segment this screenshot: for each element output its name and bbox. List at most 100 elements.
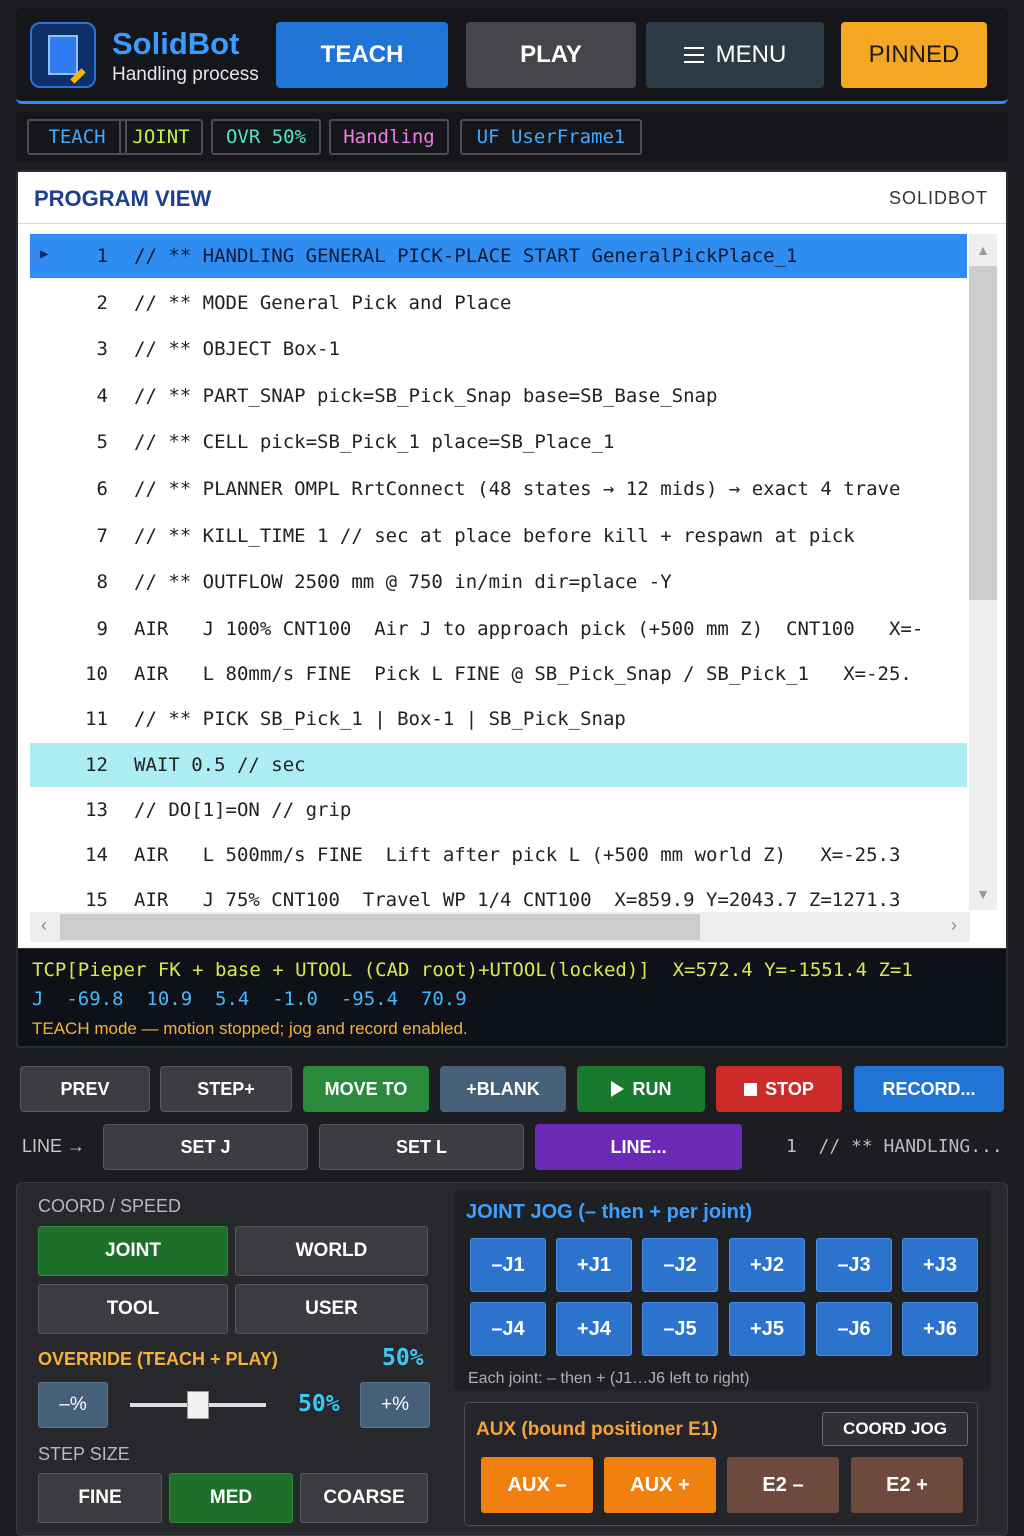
line-number: 9 [96, 618, 108, 640]
override-minus-button[interactable]: –% [38, 1382, 108, 1428]
override-slider-handle[interactable] [187, 1391, 209, 1419]
menu-label: MENU [715, 41, 787, 68]
stop-icon [744, 1082, 758, 1096]
coord-tool-button[interactable]: TOOL [38, 1284, 228, 1334]
step-fine-button[interactable]: FINE [38, 1473, 162, 1523]
program-line[interactable]: 2 // ** MODE General Pick and Place [30, 281, 967, 325]
jog-j2-plus-button[interactable]: +J2 [729, 1238, 805, 1292]
jog-j4-plus-button[interactable]: +J4 [556, 1302, 632, 1356]
override-label: OVERRIDE (TEACH + PLAY) [38, 1349, 278, 1369]
line-row-label: LINE → [22, 1136, 86, 1156]
scroll-right-icon[interactable]: › [942, 915, 966, 936]
line-number: 1 [96, 245, 108, 267]
jog-j4-minus-button[interactable]: –J4 [470, 1302, 546, 1356]
program-line[interactable]: 14 AIR L 500mm/s FINE Lift after pick L … [30, 833, 967, 877]
line-text: // ** PICK SB_Pick_1 | Box-1 | SB_Pick_S… [134, 708, 626, 730]
line-text: AIR J 75% CNT100 Travel WP 1/4 CNT100 X=… [134, 889, 901, 910]
aux-title: AUX (bound positioner E1) [476, 1419, 718, 1440]
jog-j1-plus-button[interactable]: +J1 [556, 1238, 632, 1292]
program-line[interactable]: 10 AIR L 80mm/s FINE Pick L FINE @ SB_Pi… [30, 652, 967, 696]
line-text: // ** PART_SNAP pick=SB_Pick_Snap base=S… [134, 385, 718, 407]
program-line[interactable]: 3 // ** OBJECT Box-1 [30, 327, 967, 371]
hamburger-icon [683, 47, 704, 63]
program-line-current[interactable]: 12 WAIT 0.5 // sec [30, 743, 967, 787]
line-text: AIR L 500mm/s FINE Lift after pick L (+5… [134, 844, 901, 866]
jog-j1-minus-button[interactable]: –J1 [470, 1238, 546, 1292]
record-button[interactable]: RECORD... [854, 1066, 1004, 1112]
aux-minus-button[interactable]: AUX – [481, 1457, 593, 1513]
status-bar: TEACH JOINT OVR 50% Handling UF UserFram… [16, 112, 1008, 162]
program-line[interactable]: 13 // DO[1]=ON // grip [30, 788, 967, 832]
e2-minus-button[interactable]: E2 – [727, 1457, 839, 1513]
step-coarse-button[interactable]: COARSE [300, 1473, 428, 1523]
scroll-up-icon[interactable]: ▲ [969, 238, 997, 262]
program-line[interactable]: ▶ 1 // ** HANDLING GENERAL PICK-PLACE ST… [30, 234, 967, 278]
program-line[interactable]: 11 // ** PICK SB_Pick_1 | Box-1 | SB_Pic… [30, 697, 967, 741]
teach-mode-button[interactable]: TEACH [276, 22, 448, 88]
program-line[interactable]: 15 AIR J 75% CNT100 Travel WP 1/4 CNT100… [30, 878, 967, 910]
jog-j6-minus-button[interactable]: –J6 [816, 1302, 892, 1356]
scroll-down-icon[interactable]: ▼ [969, 882, 997, 906]
line-number: 14 [85, 844, 108, 866]
coord-world-button[interactable]: WORLD [235, 1226, 428, 1276]
program-line[interactable]: 9 AIR J 100% CNT100 Air J to approach pi… [30, 607, 967, 651]
line-text: // ** OBJECT Box-1 [134, 338, 340, 360]
run-button[interactable]: RUN [577, 1066, 705, 1112]
override-plus-button[interactable]: +% [360, 1382, 430, 1428]
jog-j3-plus-button[interactable]: +J3 [902, 1238, 978, 1292]
program-line[interactable]: 4 // ** PART_SNAP pick=SB_Pick_Snap base… [30, 374, 967, 418]
vertical-scroll-thumb[interactable] [969, 266, 997, 600]
tcp-readout: TCP[Pieper FK + base + UTOOL (CAD root)+… [18, 948, 1006, 1046]
line-number: 11 [85, 708, 108, 730]
line-number: 12 [85, 754, 108, 776]
line-text: AIR L 80mm/s FINE Pick L FINE @ SB_Pick_… [134, 663, 912, 685]
pinned-button[interactable]: PINNED [841, 22, 987, 88]
process-chip: Handling [329, 119, 449, 155]
move-to-button[interactable]: MOVE TO [303, 1066, 429, 1112]
program-lines[interactable]: ▶ 1 // ** HANDLING GENERAL PICK-PLACE ST… [30, 234, 967, 910]
line-text: // ** OUTFLOW 2500 mm @ 750 in/min dir=p… [134, 571, 672, 593]
app-title: SolidBot [112, 26, 240, 61]
horizontal-scrollbar[interactable]: ‹ › [30, 912, 970, 942]
menu-button[interactable]: MENU [646, 22, 824, 88]
prev-button[interactable]: PREV [20, 1066, 150, 1112]
play-mode-button[interactable]: PLAY [466, 22, 636, 88]
coord-jog-button[interactable]: COORD JOG [822, 1412, 968, 1446]
line-number: 13 [85, 799, 108, 821]
jog-j6-plus-button[interactable]: +J6 [902, 1302, 978, 1356]
add-blank-button[interactable]: +BLANK [440, 1066, 566, 1112]
current-line-arrow-icon: ▶ [40, 246, 49, 262]
coord-user-button[interactable]: USER [235, 1284, 428, 1334]
app-header: SolidBot Handling process TEACH PLAY MEN… [16, 8, 1008, 104]
jog-j2-minus-button[interactable]: –J2 [642, 1238, 718, 1292]
coord-joint-button[interactable]: JOINT [38, 1226, 228, 1276]
coord-chip: JOINT [119, 119, 203, 155]
program-line[interactable]: 7 // ** KILL_TIME 1 // sec at place befo… [30, 514, 967, 558]
set-l-button[interactable]: SET L [319, 1124, 524, 1170]
program-line[interactable]: 5 // ** CELL pick=SB_Pick_1 place=SB_Pla… [30, 420, 967, 464]
program-line[interactable]: 6 // ** PLANNER OMPL RrtConnect (48 stat… [30, 467, 967, 511]
line-button[interactable]: LINE... [535, 1124, 742, 1170]
jog-j5-plus-button[interactable]: +J5 [729, 1302, 805, 1356]
line-text: // DO[1]=ON // grip [134, 799, 352, 821]
joint-jog-note: Each joint: – then + (J1…J6 left to righ… [468, 1370, 750, 1387]
scroll-left-icon[interactable]: ‹ [32, 915, 56, 936]
e2-plus-button[interactable]: E2 + [851, 1457, 963, 1513]
line-preview: 1 // ** HANDLING... [786, 1136, 1003, 1157]
vertical-scrollbar[interactable]: ▲ ▼ [969, 234, 997, 910]
jog-j3-minus-button[interactable]: –J3 [816, 1238, 892, 1292]
line-number: 7 [96, 525, 108, 547]
program-view-header: PROGRAM VIEW SOLIDBOT [18, 172, 1006, 224]
override-slider[interactable] [130, 1391, 266, 1419]
program-line[interactable]: 8 // ** OUTFLOW 2500 mm @ 750 in/min dir… [30, 560, 967, 604]
horizontal-scroll-thumb[interactable] [60, 914, 700, 940]
coord-speed-label: COORD / SPEED [38, 1196, 182, 1216]
line-text: // ** KILL_TIME 1 // sec at place before… [134, 525, 855, 547]
stop-button[interactable]: STOP [716, 1066, 842, 1112]
aux-plus-button[interactable]: AUX + [604, 1457, 716, 1513]
user-frame-chip: UF UserFrame1 [460, 119, 642, 155]
step-med-button[interactable]: MED [169, 1473, 293, 1523]
set-j-button[interactable]: SET J [103, 1124, 308, 1170]
step-button[interactable]: STEP+ [160, 1066, 292, 1112]
jog-j5-minus-button[interactable]: –J5 [642, 1302, 718, 1356]
